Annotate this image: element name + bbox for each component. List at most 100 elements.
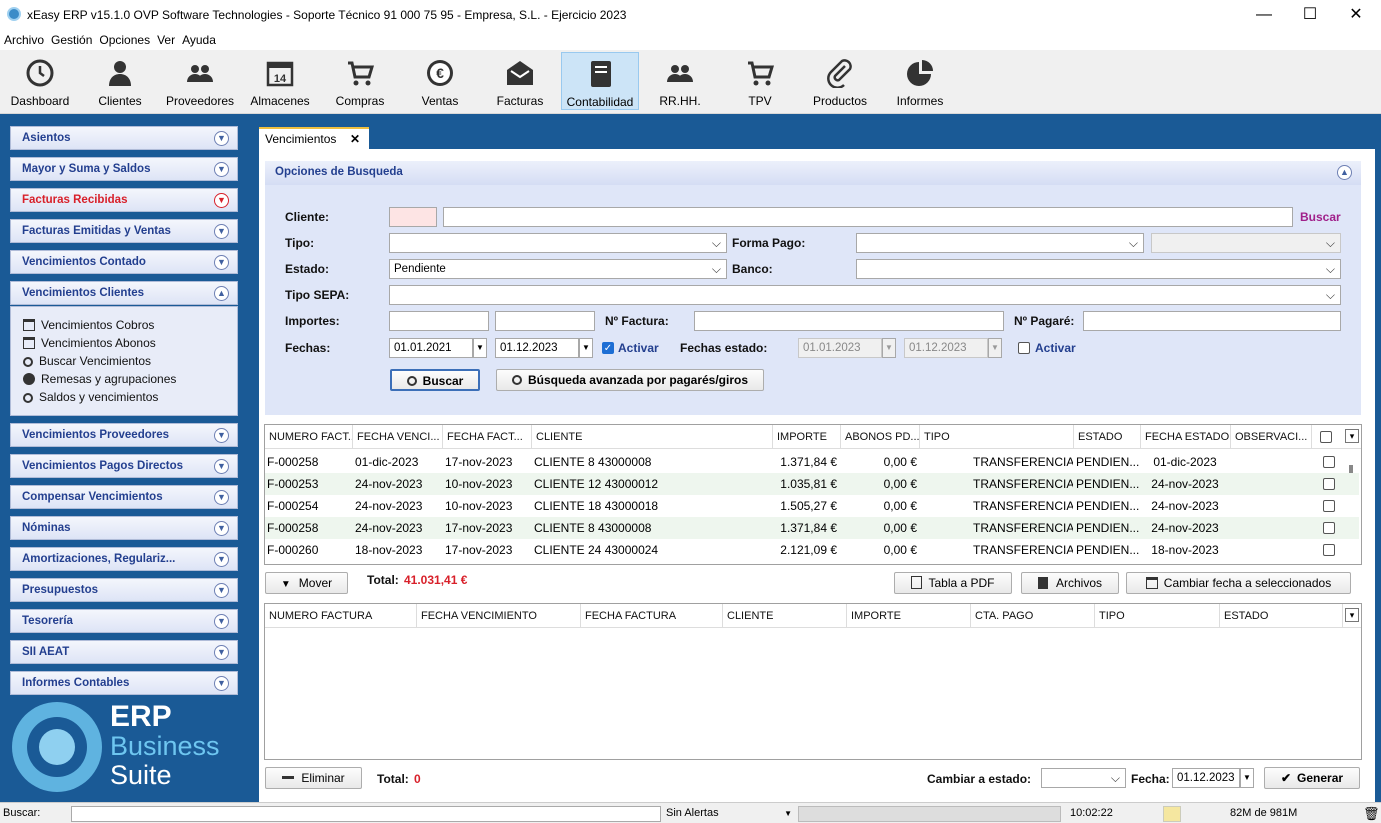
column-header[interactable]: FECHA FACT... xyxy=(443,425,532,449)
toolbar-dashboard[interactable]: Dashboard xyxy=(1,52,79,110)
cliente-code-input[interactable] xyxy=(389,207,437,227)
column-header[interactable]: NUMERO FACT... xyxy=(265,425,353,449)
mover-button[interactable]: ▼ Mover xyxy=(265,572,348,594)
column-header[interactable]: IMPORTE xyxy=(847,604,971,628)
column-chooser-icon[interactable]: ▾ xyxy=(1345,608,1359,622)
toolbar-compras[interactable]: Compras xyxy=(321,52,399,110)
column-header[interactable]: ESTADO xyxy=(1074,425,1141,449)
row-checkbox[interactable] xyxy=(1323,456,1335,468)
cliente-name-input[interactable] xyxy=(443,207,1293,227)
column-header[interactable]: FECHA ESTADO xyxy=(1141,425,1231,449)
column-header[interactable]: TIPO xyxy=(1095,604,1220,628)
column-header[interactable]: FECHA VENCI... xyxy=(353,425,443,449)
toolbar-productos[interactable]: Productos xyxy=(801,52,879,110)
subitem-vencimientos-cobros[interactable]: Vencimientos Cobros xyxy=(23,318,154,332)
eliminar-button[interactable]: Eliminar xyxy=(265,767,362,789)
buscar-button[interactable]: Buscar xyxy=(390,369,480,391)
column-chooser-icon[interactable]: ▾ xyxy=(1345,429,1359,443)
menu-opciones[interactable]: Opciones xyxy=(99,30,150,50)
toolbar-facturas[interactable]: Facturas xyxy=(481,52,559,110)
toolbar-tpv[interactable]: TPV xyxy=(721,52,799,110)
row-checkbox[interactable] xyxy=(1323,500,1335,512)
fecha-hasta-dropdown[interactable]: ▼ xyxy=(579,338,593,358)
toolbar-rrhh[interactable]: RR.HH. xyxy=(641,52,719,110)
menu-ver[interactable]: Ver xyxy=(157,30,175,50)
toolbar-almacenes[interactable]: 14 Almacenes xyxy=(241,52,319,110)
toolbar-ventas[interactable]: € Ventas xyxy=(401,52,479,110)
minimize-button[interactable]: — xyxy=(1241,0,1287,30)
table-row[interactable]: F-000260 18-nov-2023 17-nov-2023 CLIENTE 24… xyxy=(265,539,1359,561)
table-row[interactable]: F-000254 24-nov-2023 10-nov-2023 CLIENTE 18… xyxy=(265,495,1359,517)
table-row[interactable]: F-000253 24-nov-2023 10-nov-2023 CLIENTE 12… xyxy=(265,473,1359,495)
column-header[interactable]: TIPO xyxy=(920,425,1074,449)
column-header[interactable]: ABONOS PD... xyxy=(841,425,920,449)
estado-select[interactable]: Pendiente xyxy=(389,259,727,279)
sidebar-section-asientos[interactable]: Asientos ▼ xyxy=(10,126,238,150)
cliente-buscar-link[interactable]: Buscar xyxy=(1300,210,1341,224)
sidebar-section-facturas-recibidas[interactable]: Facturas Recibidas ▼ xyxy=(10,188,238,212)
column-header[interactable]: NUMERO FACTURA xyxy=(265,604,417,628)
sidebar-section-sii[interactable]: SII AEAT ▼ xyxy=(10,640,238,664)
trash-icon[interactable]: 🗑 xyxy=(1363,806,1380,822)
fecha-desde-input[interactable]: 01.01.2021 xyxy=(389,338,473,358)
sidebar-section-informes[interactable]: Informes Contables ▼ xyxy=(10,671,238,695)
cambiar-estado-select[interactable] xyxy=(1041,768,1126,788)
subitem-saldos[interactable]: Saldos y vencimientos xyxy=(23,390,158,404)
menu-ayuda[interactable]: Ayuda xyxy=(182,30,216,50)
fecha-input[interactable]: 01.12.2023 xyxy=(1172,768,1240,788)
chevron-up-icon[interactable]: ▲ xyxy=(1337,165,1352,180)
importe-hasta-input[interactable] xyxy=(495,311,595,331)
alertas-dropdown[interactable]: Sin Alertas ▼ xyxy=(666,806,794,822)
toolbar-informes[interactable]: Informes xyxy=(881,52,959,110)
forma-pago-select[interactable] xyxy=(856,233,1144,253)
subitem-buscar-vencimientos[interactable]: Buscar Vencimientos xyxy=(23,354,151,368)
fecha-desde-dropdown[interactable]: ▼ xyxy=(473,338,487,358)
column-header[interactable]: CLIENTE xyxy=(532,425,773,449)
busqueda-avanzada-button[interactable]: Búsqueda avanzada por pagarés/giros xyxy=(496,369,764,391)
column-header[interactable]: FECHA FACTURA xyxy=(581,604,723,628)
npagare-input[interactable] xyxy=(1083,311,1341,331)
row-checkbox[interactable] xyxy=(1323,478,1335,490)
row-checkbox[interactable] xyxy=(1323,522,1335,534)
column-header[interactable]: ESTADO xyxy=(1220,604,1343,628)
sidebar-section-compensar[interactable]: Compensar Vencimientos ▼ xyxy=(10,485,238,509)
cambiar-fecha-button[interactable]: Cambiar fecha a seleccionados xyxy=(1126,572,1351,594)
sidebar-section-vencimientos-contado[interactable]: Vencimientos Contado ▼ xyxy=(10,250,238,274)
sidebar-section-amortizaciones[interactable]: Amortizaciones, Regulariz... ▼ xyxy=(10,547,238,571)
tab-close-icon[interactable]: ✕ xyxy=(350,132,360,146)
column-header[interactable]: CTA. PAGO xyxy=(971,604,1095,628)
status-search-input[interactable] xyxy=(71,806,661,822)
activar-fechas-checkbox[interactable]: ✓ xyxy=(602,342,614,354)
importe-desde-input[interactable] xyxy=(389,311,489,331)
column-header[interactable]: IMPORTE xyxy=(773,425,841,449)
sidebar-section-pagos-directos[interactable]: Vencimientos Pagos Directos ▼ xyxy=(10,454,238,478)
close-button[interactable]: ✕ xyxy=(1333,0,1379,30)
tabla-pdf-button[interactable]: Tabla a PDF xyxy=(894,572,1012,594)
sidebar-section-vencimientos-proveedores[interactable]: Vencimientos Proveedores ▼ xyxy=(10,423,238,447)
tab-vencimientos[interactable]: Vencimientos ✕ xyxy=(259,127,369,149)
sidebar-section-facturas-emitidas[interactable]: Facturas Emitidas y Ventas ▼ xyxy=(10,219,238,243)
toolbar-proveedores[interactable]: Proveedores xyxy=(161,52,239,110)
subitem-vencimientos-abonos[interactable]: Vencimientos Abonos xyxy=(23,336,156,350)
nfactura-input[interactable] xyxy=(694,311,1004,331)
activar-fechas-estado-checkbox[interactable] xyxy=(1018,342,1030,354)
banco-select[interactable] xyxy=(856,259,1341,279)
sidebar-section-nominas[interactable]: Nóminas ▼ xyxy=(10,516,238,540)
fecha-dropdown[interactable]: ▼ xyxy=(1240,768,1254,788)
maximize-button[interactable]: ☐ xyxy=(1287,0,1333,30)
menu-gestion[interactable]: Gestión xyxy=(51,30,92,50)
generar-button[interactable]: ✔ Generar xyxy=(1264,767,1360,789)
sidebar-section-mayor[interactable]: Mayor y Suma y Saldos ▼ xyxy=(10,157,238,181)
toolbar-contabilidad[interactable]: Contabilidad xyxy=(561,52,639,110)
table-row[interactable]: F-000258 01-dic-2023 17-nov-2023 CLIENTE 8 … xyxy=(265,451,1359,473)
fecha-hasta-input[interactable]: 01.12.2023 xyxy=(495,338,579,358)
select-all-checkbox[interactable] xyxy=(1320,431,1332,443)
column-header[interactable]: OBSERVACI... xyxy=(1231,425,1312,449)
sidebar-section-presupuestos[interactable]: Presupuestos ▼ xyxy=(10,578,238,602)
search-options-header[interactable]: Opciones de Busqueda ▲ xyxy=(265,161,1361,185)
column-header[interactable]: CLIENTE xyxy=(723,604,847,628)
row-checkbox[interactable] xyxy=(1323,544,1335,556)
toolbar-clientes[interactable]: Clientes xyxy=(81,52,159,110)
subitem-remesas[interactable]: Remesas y agrupaciones xyxy=(23,372,176,386)
archivos-button[interactable]: Archivos xyxy=(1021,572,1119,594)
